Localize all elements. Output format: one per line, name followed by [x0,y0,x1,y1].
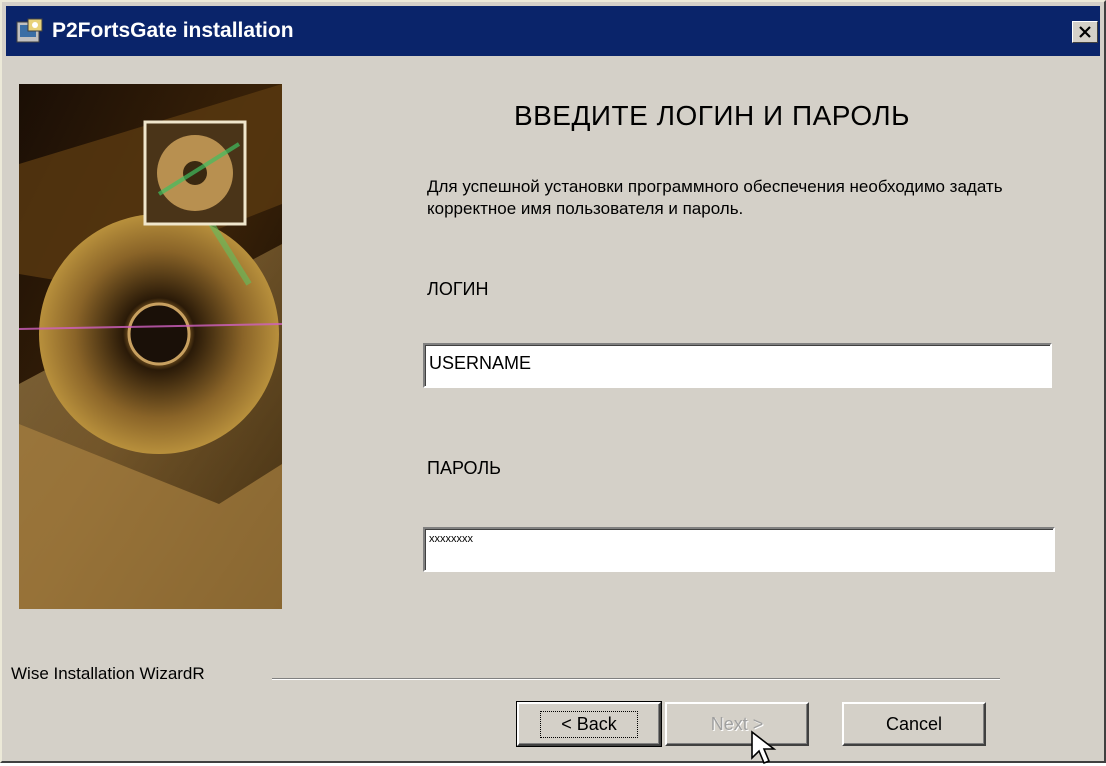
wizard-label: Wise Installation WizardR [11,664,205,683]
login-input[interactable]: USERNAME [423,343,1052,388]
app-icon [16,18,43,43]
back-button-label: < Back [540,710,638,738]
cancel-button[interactable]: Cancel [842,702,986,746]
cancel-button-label: Cancel [885,713,943,734]
mouse-cursor [751,730,777,765]
installer-window: P2FortsGate installation ВВЕДИТЕ ЛОГИН И… [0,0,1106,765]
close-icon [1079,26,1091,38]
password-label: ПАРОЛЬ [427,458,501,478]
banner-image [19,84,282,609]
page-heading: ВВЕДИТЕ ЛОГИН И ПАРОЛЬ [513,100,911,131]
back-button[interactable]: < Back [516,701,662,747]
window-title: P2FortsGate installation [52,19,294,42]
title-bar[interactable]: P2FortsGate installation [6,6,1100,56]
next-button[interactable]: Next > [665,702,809,746]
password-input[interactable]: xxxxxxxx [423,527,1055,572]
close-button[interactable] [1072,21,1098,43]
instructions-text: Для успешной установки программного обес… [427,177,1003,218]
footer-separator [272,678,1000,680]
login-label: ЛОГИН [427,279,489,299]
